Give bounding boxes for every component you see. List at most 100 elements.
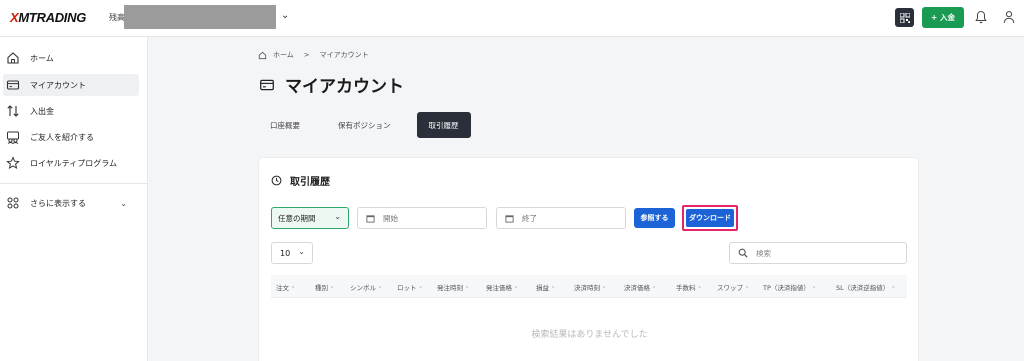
qr-code-icon (899, 12, 910, 23)
sidebar-item-deposit-withdrawal[interactable]: 入出金 (3, 100, 139, 122)
top-bar: XMTRADING 残高 ⌄ + 入金 (0, 0, 1024, 37)
xm-logo[interactable]: XMTRADING (10, 10, 86, 25)
transfer-arrows-icon (7, 105, 19, 117)
search-input[interactable]: 検索 (729, 242, 907, 264)
sort-icon: ⌃ (418, 286, 423, 292)
breadcrumb-separator: > (303, 51, 310, 59)
deposit-button[interactable]: + 入金 (922, 7, 964, 28)
sidebar-item-label: マイアカウント (30, 80, 86, 90)
trade-history-card: 取引履歴 任意の期間 ⌄ 開始 終了 参照する ダウンロード 10 ⌄ 検索 注… (258, 157, 919, 361)
column-header-profit-loss[interactable]: 損益 ⌃ (536, 282, 555, 292)
sidebar-item-label: 入出金 (30, 106, 54, 116)
sidebar-item-label: ご友人を紹介する (30, 132, 94, 142)
sidebar-divider (0, 183, 148, 184)
search-placeholder: 検索 (756, 248, 771, 258)
page-size-select[interactable]: 10 ⌄ (271, 242, 313, 264)
sort-icon: ⌃ (811, 286, 817, 292)
sort-icon: ⌃ (465, 286, 470, 292)
column-header-close-time[interactable]: 決済時刻 ⌃ (574, 282, 606, 292)
sidebar-item-label: さらに表示する (30, 198, 86, 208)
sidebar-item-refer-friends[interactable]: ご友人を紹介する (3, 126, 139, 148)
column-header-order[interactable]: 注文 ⌃ (276, 282, 295, 292)
card-icon (6, 80, 20, 90)
column-label: SL（決済逆指値） (836, 284, 890, 292)
page-title: マイアカウント (285, 77, 404, 97)
column-label: TP（決済指値） (763, 284, 810, 292)
column-label: 決済時刻 (574, 284, 600, 292)
column-header-symbol[interactable]: シンボル ⌃ (350, 282, 382, 292)
chevron-down-icon: ⌄ (298, 247, 305, 256)
sidebar: ホーム マイアカウント 入出金 ご友人を紹介する ロイヤルティプログラム さらに… (0, 37, 148, 361)
calendar-icon (505, 214, 514, 223)
column-header-swap[interactable]: スワップ ⌃ (717, 282, 749, 292)
sidebar-item-loyalty-program[interactable]: ロイヤルティプログラム (3, 152, 139, 174)
card-title: 取引履歴 (290, 177, 330, 188)
home-icon (7, 52, 19, 64)
download-button-highlight: ダウンロード (682, 205, 738, 231)
column-header-lot[interactable]: ロット ⌃ (397, 282, 423, 292)
column-label: シンボル (350, 284, 376, 292)
sort-icon: ⌃ (551, 286, 556, 292)
search-icon (738, 248, 748, 258)
table-header: 注文 ⌃ 種別 ⌃ シンボル ⌃ ロット ⌃ 発注時刻 ⌃ 発注価格 ⌃ 損益 ⌃ 決済時刻 ⌃… (271, 275, 907, 297)
qr-code-button[interactable] (895, 8, 914, 27)
column-header-take-profit[interactable]: TP（決済指値） ⌃ (763, 282, 816, 292)
column-label: 手数料 (676, 284, 696, 292)
tab-trade-history[interactable]: 取引履歴 (416, 112, 471, 138)
column-header-close-price[interactable]: 決済価格 ⌃ (624, 282, 656, 292)
page-header: マイアカウント (259, 72, 404, 97)
sort-icon: ⌃ (652, 286, 657, 292)
card-icon (260, 79, 274, 90)
chevron-down-icon: ⌄ (334, 212, 341, 221)
period-select-value: 任意の期間 (278, 213, 316, 223)
sidebar-item-label: ホーム (30, 53, 54, 63)
account-tabs: 口座概要 保有ポジション 取引履歴 (258, 112, 471, 138)
column-label: 種別 (315, 284, 328, 292)
column-header-type[interactable]: 種別 ⌃ (315, 282, 334, 292)
breadcrumb-current: マイアカウント (319, 51, 369, 59)
refer-friends-icon (7, 131, 19, 144)
sort-icon: ⌃ (697, 286, 702, 292)
balance-chevron-down-icon[interactable]: ⌄ (281, 10, 289, 21)
sort-icon: ⌃ (602, 286, 607, 292)
sidebar-item-my-account[interactable]: マイアカウント (3, 74, 139, 96)
balance-label: 残高 (109, 13, 125, 22)
sort-icon: ⌃ (330, 286, 335, 292)
sort-icon: ⌃ (745, 286, 750, 292)
tab-account-overview[interactable]: 口座概要 (258, 112, 312, 138)
clock-icon (271, 175, 282, 186)
column-label: 発注価格 (486, 284, 512, 292)
balance-redacted (124, 5, 276, 29)
column-label: ロット (397, 284, 417, 292)
column-label: 損益 (536, 284, 549, 292)
column-header-order-time[interactable]: 発注時刻 ⌃ (437, 282, 469, 292)
column-label: 注文 (276, 284, 289, 292)
bell-icon[interactable] (975, 10, 987, 24)
card-header: 取引履歴 (271, 173, 330, 188)
column-header-commission[interactable]: 手数料 ⌃ (676, 282, 702, 292)
user-icon[interactable] (1003, 10, 1015, 24)
column-label: 発注時刻 (437, 284, 463, 292)
empty-results-message: 検索結果はありませんでした (531, 330, 648, 340)
sidebar-item-label: ロイヤルティプログラム (30, 158, 118, 168)
star-icon (6, 156, 20, 170)
end-date-input[interactable]: 終了 (496, 207, 626, 229)
start-date-input[interactable]: 開始 (357, 207, 487, 229)
home-icon[interactable] (258, 51, 267, 60)
tab-open-positions[interactable]: 保有ポジション (326, 112, 403, 138)
table-divider (271, 297, 907, 298)
sidebar-item-show-more[interactable]: さらに表示する ⌄ (3, 192, 139, 214)
reference-button[interactable]: 参照する (634, 208, 675, 228)
column-label: スワップ (717, 284, 743, 292)
column-header-order-price[interactable]: 発注価格 ⌃ (486, 282, 518, 292)
breadcrumb-home-link[interactable]: ホーム (273, 50, 294, 60)
sort-icon: ⌃ (291, 286, 296, 292)
column-header-stop-loss[interactable]: SL（決済逆指値） ⌃ (836, 282, 895, 292)
sidebar-item-home[interactable]: ホーム (3, 47, 139, 69)
grid-icon (7, 197, 19, 209)
period-select[interactable]: 任意の期間 ⌄ (271, 207, 349, 229)
sort-icon: ⌃ (891, 286, 896, 292)
sort-icon: ⌃ (514, 286, 519, 292)
download-button[interactable]: ダウンロード (686, 209, 734, 227)
chevron-down-icon: ⌄ (120, 199, 127, 208)
